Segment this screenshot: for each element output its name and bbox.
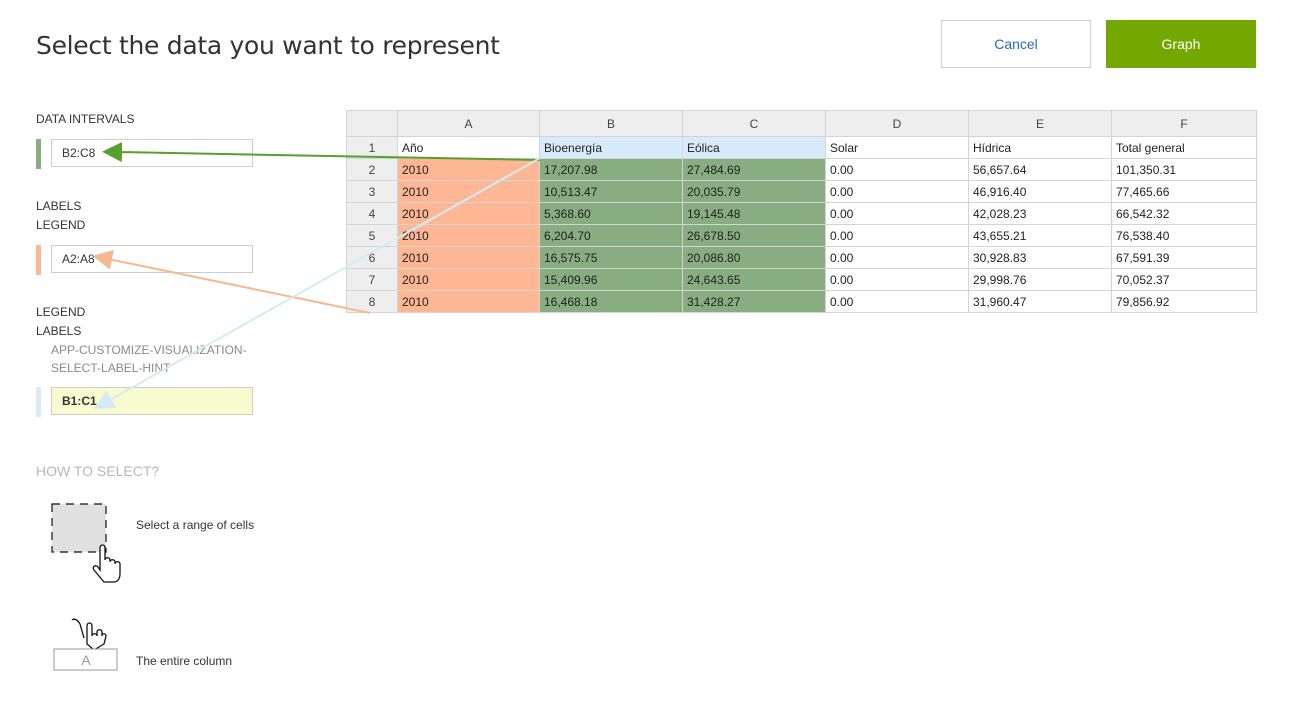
labels-label: LABELS <box>36 199 82 213</box>
cell-e6[interactable]: 30,928.83 <box>968 246 1112 269</box>
sheet-row-8: 8 2010 16,468.18 31,428.27 0.00 31,960.47 79,8… <box>346 290 1257 313</box>
row-header[interactable]: 4 <box>346 202 398 225</box>
hint-line-1: APP-CUSTOMIZE-VISUALIZATION- <box>51 343 247 357</box>
column-header-f[interactable]: F <box>1111 110 1257 137</box>
cell-f4[interactable]: 66,542.32 <box>1111 202 1257 225</box>
cell-c6[interactable]: 20,086.80 <box>682 246 826 269</box>
how-to-select-heading: HOW TO SELECT? <box>36 463 160 479</box>
column-header-b[interactable]: B <box>539 110 683 137</box>
cell-f3[interactable]: 77,465.66 <box>1111 180 1257 203</box>
cell-b7[interactable]: 15,409.96 <box>539 268 683 291</box>
row-header[interactable]: 5 <box>346 224 398 247</box>
cell-d4[interactable]: 0.00 <box>825 202 969 225</box>
cell-a2[interactable]: 2010 <box>397 158 540 181</box>
entire-column-text: The entire column <box>136 654 233 668</box>
cell-a5[interactable]: 2010 <box>397 224 540 247</box>
select-label-hint: APP-CUSTOMIZE-VISUALIZATION- SELECT-LABE… <box>51 341 261 377</box>
cancel-button[interactable]: Cancel <box>941 20 1091 68</box>
cell-d8[interactable]: 0.00 <box>825 290 969 313</box>
page-title: Select the data you want to represent <box>36 31 500 60</box>
column-header-e[interactable]: E <box>968 110 1112 137</box>
select-range-text: Select a range of cells <box>136 518 255 532</box>
cell-b2[interactable]: 17,207.98 <box>539 158 683 181</box>
legend-range-input[interactable]: B1:C1 <box>51 387 253 415</box>
cell-c2[interactable]: 27,484.69 <box>682 158 826 181</box>
cell-e4[interactable]: 42,028.23 <box>968 202 1112 225</box>
cell-d3[interactable]: 0.00 <box>825 180 969 203</box>
labels-range-input[interactable]: A2:A8 <box>51 245 253 273</box>
sheet-row-3: 3 2010 10,513.47 20,035.79 0.00 46,916.40 77,4… <box>346 180 1257 203</box>
sheet-row-6: 6 2010 16,575.75 20,086.80 0.00 30,928.83 67,5… <box>346 246 1257 269</box>
legend-label: LEGEND <box>36 218 86 232</box>
cell-c1[interactable]: Eólica <box>682 136 826 159</box>
cell-a7[interactable]: 2010 <box>397 268 540 291</box>
column-letter-sample: A <box>81 652 91 668</box>
cell-c7[interactable]: 24,643.65 <box>682 268 826 291</box>
entire-column-illustration: A <box>53 618 118 671</box>
cell-b5[interactable]: 6,204.70 <box>539 224 683 247</box>
cell-c4[interactable]: 19,145.48 <box>682 202 826 225</box>
legend-label-2: LEGEND <box>36 305 86 319</box>
column-header-row: A B C D E F <box>346 110 1257 137</box>
cell-a4[interactable]: 2010 <box>397 202 540 225</box>
sheet-row-7: 7 2010 15,409.96 24,643.65 0.00 29,998.76 70,0… <box>346 268 1257 291</box>
cell-b1[interactable]: Bioenergía <box>539 136 683 159</box>
cell-f5[interactable]: 76,538.40 <box>1111 224 1257 247</box>
cell-c3[interactable]: 20,035.79 <box>682 180 826 203</box>
hint-line-2: SELECT-LABEL-HINT <box>51 361 171 375</box>
spreadsheet-grid[interactable]: A B C D E F 1 Año Bioenergía Eólica Solar Híd… <box>346 110 1257 313</box>
cell-a6[interactable]: 2010 <box>397 246 540 269</box>
cell-e5[interactable]: 43,655.21 <box>968 224 1112 247</box>
sheet-row-2: 2 2010 17,207.98 27,484.69 0.00 56,657.64 101,… <box>346 158 1257 181</box>
cell-f8[interactable]: 79,856.92 <box>1111 290 1257 313</box>
cell-c5[interactable]: 26,678.50 <box>682 224 826 247</box>
cell-d2[interactable]: 0.00 <box>825 158 969 181</box>
row-header[interactable]: 1 <box>346 136 398 159</box>
cell-e1[interactable]: Hídrica <box>968 136 1112 159</box>
sheet-row-5: 5 2010 6,204.70 26,678.50 0.00 43,655.21 76,53… <box>346 224 1257 247</box>
corner-cell[interactable] <box>346 110 398 137</box>
cell-a1[interactable]: Año <box>397 136 540 159</box>
cell-d7[interactable]: 0.00 <box>825 268 969 291</box>
column-header-a[interactable]: A <box>397 110 540 137</box>
cell-f6[interactable]: 67,591.39 <box>1111 246 1257 269</box>
data-intervals-label: DATA INTERVALS <box>36 112 135 126</box>
cell-b4[interactable]: 5,368.60 <box>539 202 683 225</box>
cell-f2[interactable]: 101,350.31 <box>1111 158 1257 181</box>
cell-a3[interactable]: 2010 <box>397 180 540 203</box>
data-color-bar <box>36 139 41 169</box>
cell-b3[interactable]: 10,513.47 <box>539 180 683 203</box>
data-range-input[interactable]: B2:C8 <box>51 139 253 167</box>
cell-e7[interactable]: 29,998.76 <box>968 268 1112 291</box>
cell-d6[interactable]: 0.00 <box>825 246 969 269</box>
column-header-c[interactable]: C <box>682 110 826 137</box>
row-header[interactable]: 3 <box>346 180 398 203</box>
cell-c8[interactable]: 31,428.27 <box>682 290 826 313</box>
sheet-row-4: 4 2010 5,368.60 19,145.48 0.00 42,028.23 66,54… <box>346 202 1257 225</box>
row-header[interactable]: 6 <box>346 246 398 269</box>
labels-label-2: LABELS <box>36 324 82 338</box>
hand-pointer-icon <box>71 618 107 651</box>
row-header[interactable]: 7 <box>346 268 398 291</box>
cell-b8[interactable]: 16,468.18 <box>539 290 683 313</box>
cell-e8[interactable]: 31,960.47 <box>968 290 1112 313</box>
labels-color-bar <box>36 245 41 275</box>
cell-f1[interactable]: Total general <box>1111 136 1257 159</box>
cell-d1[interactable]: Solar <box>825 136 969 159</box>
cell-b6[interactable]: 16,575.75 <box>539 246 683 269</box>
graph-button[interactable]: Graph <box>1106 20 1256 68</box>
row-header[interactable]: 2 <box>346 158 398 181</box>
cell-d5[interactable]: 0.00 <box>825 224 969 247</box>
legend-color-bar <box>36 387 41 417</box>
cell-a8[interactable]: 2010 <box>397 290 540 313</box>
row-header[interactable]: 8 <box>346 290 398 313</box>
column-header-d[interactable]: D <box>825 110 969 137</box>
sheet-row-1: 1 Año Bioenergía Eólica Solar Hídrica Total ge… <box>346 136 1257 159</box>
select-range-illustration <box>51 503 121 583</box>
cell-e3[interactable]: 46,916.40 <box>968 180 1112 203</box>
cell-e2[interactable]: 56,657.64 <box>968 158 1112 181</box>
cell-f7[interactable]: 70,052.37 <box>1111 268 1257 291</box>
